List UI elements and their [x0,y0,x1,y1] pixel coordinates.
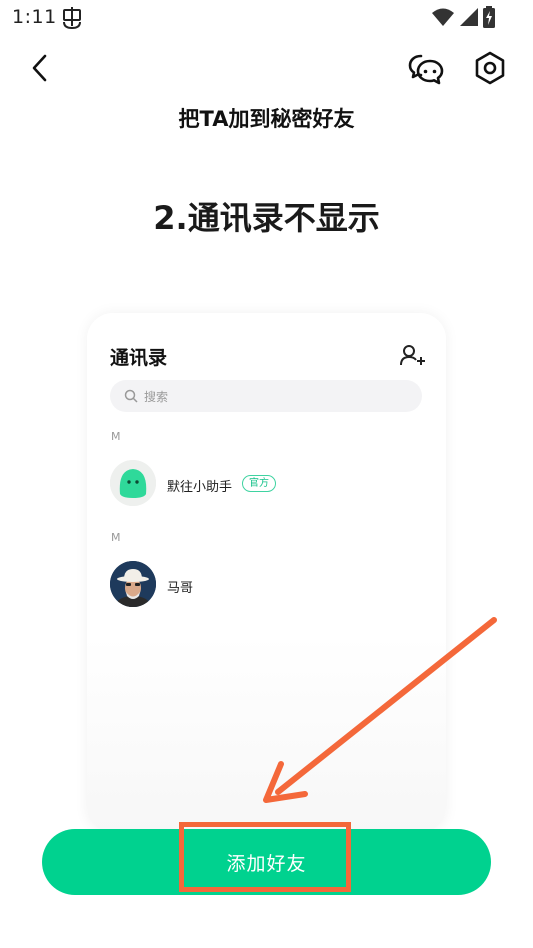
search-icon [124,389,138,403]
add-friend-label: 添加好友 [226,853,307,875]
status-icons [431,6,495,28]
hexagon-settings-icon[interactable] [472,50,508,86]
status-bar: 1:11 [0,0,533,36]
section-letter: M [111,531,121,544]
page-title: 把TA加到秘密好友 [178,107,355,131]
step-title: 2.通讯录不显示 [153,199,380,237]
screen: 1:11 把TA加到秘密好友 2.通讯录不显示 通讯录 搜索 M 默往小助手 官… [0,0,533,948]
contacts-header: 通讯录 [110,347,168,369]
back-button[interactable] [24,50,56,86]
contacts-preview-card: 通讯录 搜索 M 默往小助手 官方 M 马哥 [87,313,446,833]
add-friend-button[interactable]: 添加好友 [42,829,491,895]
bug-icon [63,7,81,30]
signal-icon [460,8,478,26]
wifi-icon [432,8,454,26]
contact-name: 默往小助手 [167,480,233,495]
chevron-left-icon [32,54,47,82]
green-bot-avatar [110,460,156,506]
chat-bubbles-icon[interactable] [408,52,444,86]
add-contact-icon [400,345,425,366]
battery-charging-icon [483,6,495,28]
status-time: 1:11 [12,6,57,28]
man-with-hat-avatar [110,561,156,607]
search-bar: 搜索 [110,380,422,412]
official-badge: 官方 [242,475,276,492]
search-placeholder: 搜索 [144,389,169,404]
section-letter: M [111,430,121,443]
contact-name: 马哥 [167,581,194,596]
